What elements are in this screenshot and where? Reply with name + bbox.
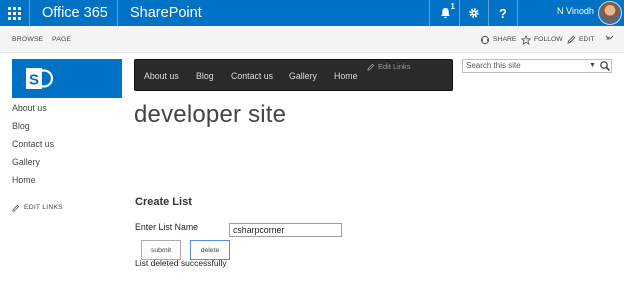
sharepoint-title[interactable]: SharePoint [130, 0, 202, 26]
search-box[interactable]: Search this site ▼ [462, 59, 612, 73]
pencil-icon [367, 63, 375, 71]
leftnav-item-contact-us[interactable]: Contact us [12, 137, 54, 151]
suite-separator [117, 0, 118, 26]
create-list-heading: Create List [135, 196, 192, 208]
topnav-edit-links-label: Edit Links [378, 62, 411, 71]
pencil-icon [12, 204, 20, 212]
tab-browse[interactable]: BROWSE [12, 26, 43, 53]
search-scope-dropdown[interactable]: ▼ [589, 60, 596, 72]
svg-text:S: S [29, 72, 39, 89]
suite-separator [517, 0, 518, 26]
share-label: SHARE [493, 36, 517, 43]
magnifier-icon[interactable] [599, 60, 611, 72]
pencil-icon [567, 35, 576, 44]
topnav-item-gallery[interactable]: Gallery [289, 60, 317, 92]
help-button[interactable]: ? [488, 0, 518, 26]
focus-content-button[interactable] [605, 26, 614, 53]
gear-icon [469, 8, 479, 18]
follow-label: FOLLOW [534, 36, 563, 43]
page-title: developer site [134, 101, 287, 128]
delete-button[interactable]: delete [190, 240, 230, 260]
tab-page[interactable]: PAGE [52, 26, 71, 53]
bell-icon [440, 8, 450, 19]
list-name-label: Enter List Name [135, 222, 199, 232]
leftnav-edit-links[interactable]: EDIT LINKS [12, 201, 63, 215]
leftnav-item-blog[interactable]: Blog [12, 119, 30, 133]
star-icon [521, 34, 531, 45]
topnav-item-home[interactable]: Home [334, 60, 357, 92]
share-button[interactable]: SHARE [480, 26, 516, 53]
topnav-item-about-us[interactable]: About us [144, 60, 179, 92]
edit-button[interactable]: EDIT [567, 26, 594, 53]
site-logo[interactable]: S [12, 59, 122, 98]
notification-count-badge: 1 [450, 2, 455, 11]
top-navigation: About us Blog Contact us Gallery Home Ed… [134, 59, 453, 91]
focus-content-icon [605, 35, 614, 40]
settings-button[interactable] [459, 0, 489, 26]
follow-button[interactable]: FOLLOW [521, 26, 563, 53]
sharepoint-logo-icon: S [26, 68, 53, 89]
ribbon-bar: BROWSE PAGE SHARE FOLLOW EDIT [0, 26, 624, 53]
app-launcher-button[interactable] [0, 0, 28, 26]
status-message: List deleted successfully [135, 258, 227, 268]
notifications-button[interactable]: 1 [430, 0, 460, 26]
edit-label: EDIT [579, 36, 595, 43]
suite-bar: Office 365 SharePoint 1 ? N Vinodh [0, 0, 624, 26]
avatar[interactable] [598, 1, 622, 25]
topnav-item-contact-us[interactable]: Contact us [231, 60, 273, 92]
search-input[interactable]: Search this site [466, 60, 521, 72]
topnav-item-blog[interactable]: Blog [196, 60, 214, 92]
waffle-icon [7, 6, 21, 20]
submit-button[interactable]: submit [141, 240, 181, 260]
leftnav-item-about-us[interactable]: About us [12, 101, 47, 115]
office365-link[interactable]: Office 365 [42, 0, 108, 26]
share-icon [480, 35, 490, 44]
suite-separator [29, 0, 30, 26]
list-name-input[interactable] [229, 223, 342, 237]
leftnav-edit-links-label: EDIT LINKS [24, 204, 63, 211]
user-name[interactable]: N Vinodh [557, 0, 594, 22]
topnav-edit-links[interactable]: Edit Links [367, 60, 411, 74]
leftnav-item-gallery[interactable]: Gallery [12, 155, 40, 169]
leftnav-item-home[interactable]: Home [12, 173, 35, 187]
